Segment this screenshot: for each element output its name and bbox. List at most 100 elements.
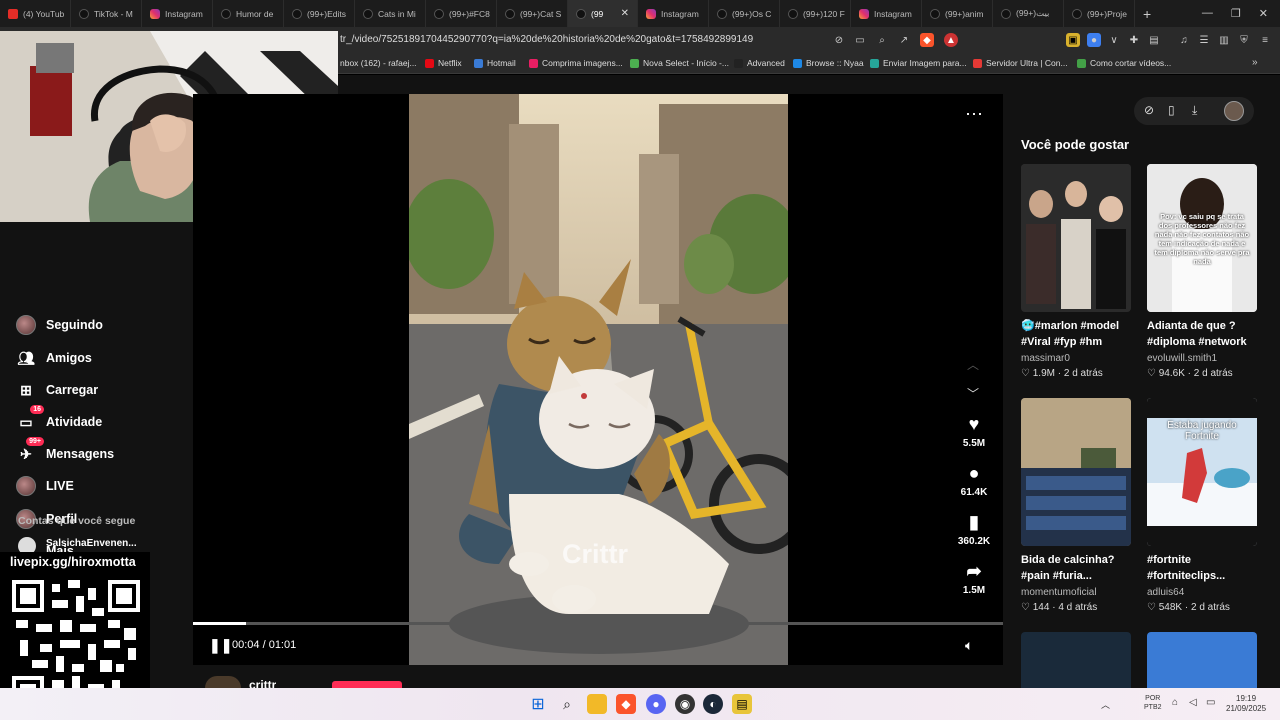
bookmark-item[interactable]: Advanced <box>734 58 785 68</box>
bookmark-item[interactable]: Browse :: Nyaa <box>793 58 864 68</box>
download-icon[interactable]: ⤓ <box>1192 103 1197 118</box>
sidebar-item-carregar[interactable]: ⊞ Carregar <box>16 380 98 400</box>
browser-tab[interactable]: Cats in Mi <box>355 0 426 27</box>
previous-video-icon[interactable]: ︿ <box>967 356 979 373</box>
browser-tab[interactable]: Humor de <box>213 0 284 27</box>
browser-tab[interactable]: (99+)120 F <box>780 0 851 27</box>
author-name[interactable]: crittr <box>249 678 276 688</box>
author-avatar[interactable] <box>205 676 241 688</box>
brave-browser-icon[interactable]: ◆ <box>616 694 636 714</box>
share-button[interactable]: ➦ 1.5M <box>944 561 1004 596</box>
language-indicator[interactable]: POR PTB2 <box>1144 694 1162 712</box>
search-icon[interactable]: ⌕ <box>557 694 577 714</box>
mute-site-icon[interactable]: ⊘ <box>832 33 846 47</box>
suggestion-author-3[interactable]: momentumoficial <box>1021 587 1097 598</box>
suggestion-caption-4[interactable]: #fortnite #fortniteclips... <box>1147 552 1265 584</box>
follow-button[interactable] <box>332 681 402 688</box>
browser-tab[interactable]: (99+)Proje <box>1064 0 1135 27</box>
like-button[interactable]: ♥ 5.5M <box>944 414 1004 449</box>
battery-icon[interactable]: ▭ <box>1206 697 1215 708</box>
brave-shield-icon[interactable]: ◆ <box>920 33 934 47</box>
sidebar-item-atividade[interactable]: ▭ 16 Atividade <box>16 405 102 432</box>
suggestion-author-1[interactable]: massimar0 <box>1021 353 1070 364</box>
suggestion-caption-2[interactable]: Adianta de que ? #diploma #network <box>1147 318 1265 350</box>
comment-button[interactable]: ● 61.4K <box>944 463 1004 498</box>
video-frame[interactable]: Crittr <box>409 94 788 665</box>
bookmark-item[interactable]: Netflix <box>425 58 462 68</box>
speaker-icon[interactable]: ◁ <box>1189 697 1197 708</box>
sidebar-item-live[interactable]: LIVE <box>16 476 74 496</box>
new-tab-icon[interactable]: + <box>1135 6 1159 22</box>
obs-icon[interactable]: ◉ <box>675 694 695 714</box>
bookmark-item[interactable]: nbox (162) - rafaej... <box>340 58 417 68</box>
bookmark-item[interactable]: Servidor Ultra | Con... <box>973 58 1068 68</box>
bookmark-item[interactable]: Hotmail <box>474 58 516 68</box>
share-icon[interactable]: ↗ <box>897 33 911 47</box>
sidebar-item-amigos[interactable]: 👥︎ Amigos <box>16 348 92 368</box>
following-account[interactable]: SalsichaEnvenen... <box>46 538 137 549</box>
phone-icon[interactable]: ▯ <box>1168 103 1175 117</box>
extensions-puzzle-icon[interactable]: ✚ <box>1127 33 1141 47</box>
suggestion-author-2[interactable]: evoluwill.smith1 <box>1147 353 1217 364</box>
suggestion-thumb-6[interactable] <box>1147 632 1257 688</box>
extension-1-icon[interactable]: ▣ <box>1066 33 1080 47</box>
browser-tab[interactable]: (99+)بيت <box>993 0 1064 27</box>
browser-tab[interactable]: (99+)#FC8 <box>426 0 497 27</box>
brave-rewards-icon[interactable]: ▲ <box>944 33 958 47</box>
suggestion-caption-1[interactable]: 🥶#marlon #model #Viral #fyp #hm <box>1021 318 1139 350</box>
browser-tab[interactable]: (99+)Cat S <box>497 0 568 27</box>
pause-icon[interactable]: ❚❚ <box>209 637 232 654</box>
next-video-icon[interactable]: ﹀ <box>967 385 979 402</box>
tab-close-icon[interactable]: ✕ <box>621 8 629 19</box>
save-button[interactable]: ▮ 360.2K <box>944 512 1004 547</box>
suggestion-caption-3[interactable]: Bida de calcinha? #pain #furia... <box>1021 552 1139 584</box>
clock[interactable]: 19:19 21/09/2025 <box>1226 694 1266 714</box>
close-window-icon[interactable]: ✕ <box>1259 7 1268 20</box>
bookmark-item[interactable]: Nova Select - Início -... <box>630 58 729 68</box>
steam-icon[interactable]: ◐ <box>703 694 723 714</box>
sidebar-item-mensagens[interactable]: ✈ 99+ Mensagens <box>16 437 114 464</box>
browser-tab[interactable]: Instagram <box>851 0 922 27</box>
progress-track[interactable] <box>193 622 1003 625</box>
user-avatar[interactable] <box>1224 101 1244 121</box>
tray-expand-icon[interactable]: ︿ <box>1101 698 1110 711</box>
volume-icon[interactable]: 🔈︎ <box>965 637 973 654</box>
browser-tab[interactable]: (99+)Os C <box>709 0 780 27</box>
bookmark-item[interactable]: Comprima imagens... <box>529 58 623 68</box>
vpn-icon[interactable]: ⛨ <box>1237 33 1251 47</box>
discord-icon[interactable]: ● <box>646 694 666 714</box>
suggestion-thumb-1[interactable] <box>1021 164 1131 312</box>
bookmark-item[interactable]: Como cortar vídeos... <box>1077 58 1171 68</box>
suggestion-author-4[interactable]: adluis64 <box>1147 587 1184 598</box>
bookmark-item[interactable]: Enviar Imagem para... <box>870 58 967 68</box>
bookmarks-overflow-icon[interactable]: » <box>1252 57 1258 68</box>
extension-3-icon[interactable]: ∨ <box>1107 33 1121 47</box>
browser-tab[interactable]: (99 ✕ <box>568 0 638 27</box>
coin-icon[interactable]: ⊘ <box>1144 103 1154 117</box>
browser-tab[interactable]: Instagram <box>638 0 709 27</box>
address-bar[interactable]: tr_/video/7525189170445290770?q=ia%20de%… <box>340 34 753 45</box>
browser-tab[interactable]: (99+)Edits <box>284 0 355 27</box>
menu-icon[interactable]: ≡ <box>1258 33 1272 47</box>
suggestion-thumb-4[interactable]: Estaba jugando Fortnite <box>1147 398 1257 546</box>
browser-tab[interactable]: (99+)anim <box>922 0 993 27</box>
windows-start-icon[interactable]: ⊞ <box>528 694 548 714</box>
wallet-icon[interactable]: ▥ <box>1217 33 1231 47</box>
browser-tab[interactable]: TikTok - M <box>71 0 142 27</box>
file-explorer-icon[interactable] <box>587 694 607 714</box>
browser-tab[interactable]: (4) YouTub <box>0 0 71 27</box>
sidebar-toggle-icon[interactable]: ▤ <box>1147 33 1161 47</box>
network-icon[interactable]: ⌂ <box>1172 697 1178 708</box>
reading-list-icon[interactable]: ☰ <box>1197 33 1211 47</box>
extension-2-icon[interactable]: ● <box>1087 33 1101 47</box>
suggestion-thumb-5[interactable] <box>1021 632 1131 688</box>
restore-icon[interactable]: ❐ <box>1231 7 1241 20</box>
suggestion-thumb-2[interactable]: Pov: vc saiu pq se trata dos professores… <box>1147 164 1257 312</box>
suggestion-thumb-3[interactable] <box>1021 398 1131 546</box>
browser-tab[interactable]: Instagram <box>142 0 213 27</box>
zoom-icon[interactable]: ⌕ <box>875 33 889 47</box>
cast-icon[interactable]: ▭ <box>853 33 867 47</box>
minimize-icon[interactable]: — <box>1202 7 1213 20</box>
app-icon[interactable]: ▤ <box>732 694 752 714</box>
media-icon[interactable]: ♫ <box>1177 33 1191 47</box>
